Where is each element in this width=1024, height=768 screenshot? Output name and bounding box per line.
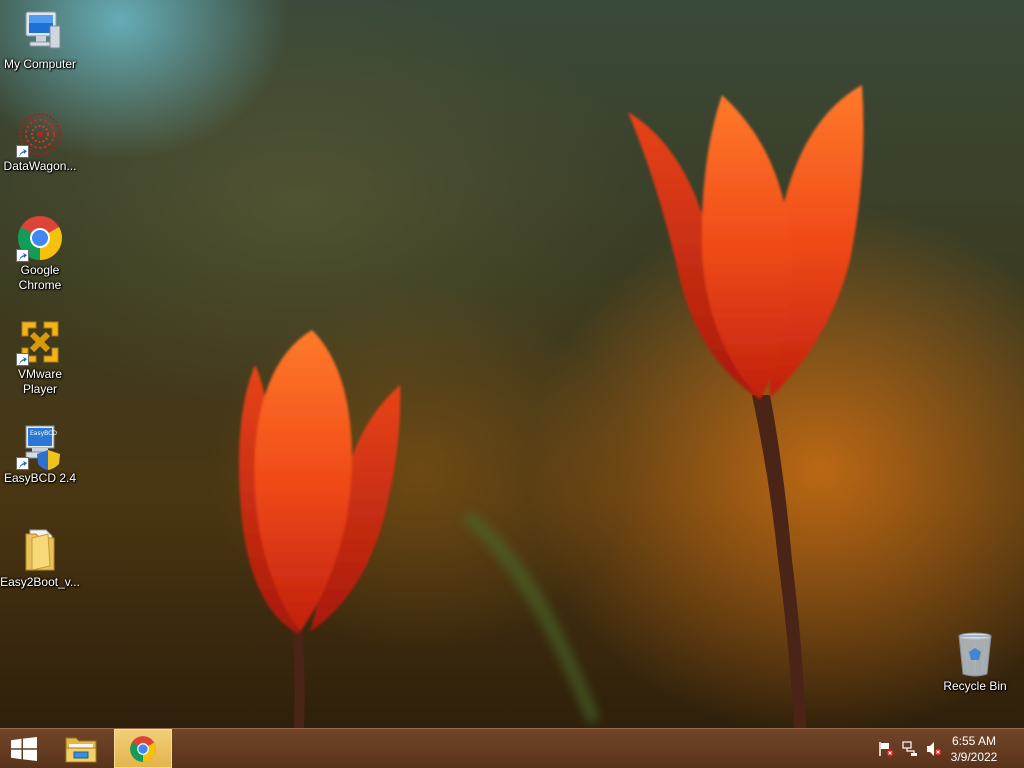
clock-time: 6:55 AM [951, 734, 997, 748]
desktop-icon-label: Recycle Bin [943, 679, 1007, 693]
desktop-icon-vmware-player[interactable]: VMware Player [0, 318, 80, 397]
taskbar-file-explorer-button[interactable] [56, 729, 106, 768]
system-tray: 6:55 AM 3/9/2022 [864, 729, 1024, 768]
chrome-icon [16, 214, 64, 262]
desktop-icon-datawagon[interactable]: DataWagon... [0, 110, 80, 174]
datawagon-icon [16, 110, 64, 158]
shortcut-arrow-icon [16, 353, 29, 366]
speaker-muted-icon[interactable] [926, 741, 942, 757]
taskbar-clock[interactable]: 6:55 AM 3/9/2022 [942, 733, 1006, 765]
clock-date: 3/9/2022 [950, 750, 998, 764]
shortcut-arrow-icon [16, 249, 29, 262]
start-button[interactable] [0, 729, 48, 768]
taskbar: 6:55 AM 3/9/2022 [0, 728, 1024, 768]
shortcut-arrow-icon [16, 457, 29, 470]
desktop-icon-easybcd[interactable]: EasyBCD EasyBCD 2.4 [0, 422, 80, 486]
windows-logo-icon [11, 737, 37, 761]
desktop-icon-recycle-bin[interactable]: Recycle Bin [935, 630, 1015, 694]
desktop-icon-label: Google Chrome [18, 263, 62, 292]
desktop-icon-label: My Computer [3, 57, 77, 71]
desktop[interactable]: My Computer DataWagon... Google Chrome V… [0, 0, 1024, 768]
vmware-icon [16, 318, 64, 366]
desktop-icon-google-chrome[interactable]: Google Chrome [0, 214, 80, 293]
desktop-icon-label: DataWagon... [3, 159, 77, 173]
folder-icon [16, 526, 64, 574]
desktop-icon-my-computer[interactable]: My Computer [0, 8, 80, 72]
action-center-flag-icon[interactable] [878, 741, 894, 757]
easybcd-icon: EasyBCD [16, 422, 64, 470]
desktop-icon-label: VMware Player [17, 367, 62, 396]
desktop-icon-label: Easy2Boot_v... [0, 575, 80, 589]
folder-icon [65, 737, 97, 763]
easybcd-screen-text: EasyBCD [30, 430, 57, 437]
taskbar-chrome-button[interactable] [114, 729, 172, 768]
computer-icon [16, 8, 64, 56]
recycle-bin-icon [951, 630, 999, 678]
desktop-icon-easy2boot[interactable]: Easy2Boot_v... [0, 526, 80, 590]
network-icon[interactable] [902, 741, 918, 757]
shortcut-arrow-icon [16, 145, 29, 158]
chrome-icon [130, 736, 156, 762]
wallpaper-tulips [238, 85, 864, 728]
desktop-icon-label: EasyBCD 2.4 [3, 471, 77, 485]
